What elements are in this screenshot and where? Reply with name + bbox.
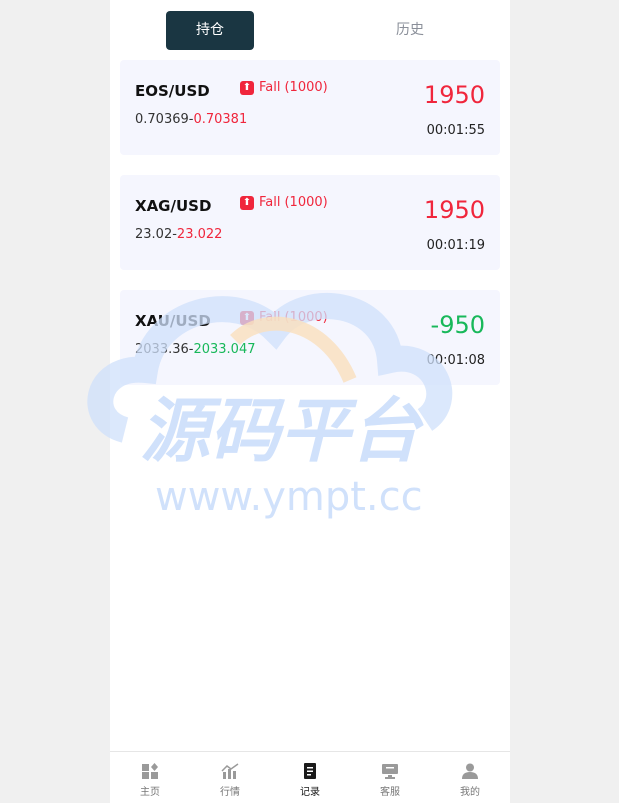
open-price: 2033.36 (135, 342, 189, 357)
nav-label: 记录 (300, 787, 320, 798)
price-range: 23.02-23.022 (135, 227, 223, 242)
profit: -950 (430, 311, 485, 339)
tab-history[interactable]: 历史 (366, 11, 454, 50)
current-price: 2033.047 (193, 342, 256, 357)
position-card[interactable]: XAU/USD ⬆ Fall (1000) 2033.36-2033.047 -… (120, 290, 500, 385)
nav-label: 客服 (380, 787, 400, 798)
direction-badge: ⬆ Fall (1000) (240, 195, 328, 210)
current-price: 0.70381 (193, 112, 248, 127)
direction-label: Fall (259, 310, 281, 325)
tab-bar: 持仓 历史 (110, 0, 510, 56)
price-range: 2033.36-2033.047 (135, 342, 256, 357)
nav-profile[interactable]: 我的 (430, 752, 510, 803)
bottom-nav: 主页 行情 记录 客服 我的 (110, 751, 510, 803)
profit: 1950 (423, 81, 485, 109)
current-price: 23.022 (176, 227, 223, 242)
direction-label: Fall (259, 195, 281, 210)
nav-label: 我的 (460, 787, 480, 798)
service-icon (382, 764, 398, 779)
countdown-timer: 00:01:08 (426, 353, 485, 368)
arrow-up-icon: ⬆ (240, 195, 254, 210)
symbol: XAU/USD (135, 312, 211, 330)
nav-label: 行情 (220, 787, 240, 798)
open-price: 23.02 (135, 227, 173, 242)
position-card[interactable]: XAG/USD ⬆ Fall (1000) 23.02-23.022 1950 … (120, 175, 500, 270)
user-icon (462, 763, 478, 779)
position-card[interactable]: EOS/USD ⬆ Fall (1000) 0.70369-0.70381 19… (120, 60, 500, 155)
nav-home[interactable]: 主页 (110, 752, 190, 803)
home-icon (142, 763, 158, 779)
amount: (1000) (284, 80, 328, 95)
nav-records[interactable]: 记录 (270, 752, 350, 803)
nav-service[interactable]: 客服 (350, 752, 430, 803)
amount: (1000) (284, 310, 328, 325)
arrow-up-icon: ⬆ (240, 310, 254, 325)
arrow-up-icon: ⬆ (240, 80, 254, 95)
direction-label: Fall (259, 80, 281, 95)
nav-label: 主页 (140, 787, 160, 798)
amount: (1000) (284, 195, 328, 210)
profit: 1950 (423, 196, 485, 224)
tab-positions[interactable]: 持仓 (166, 11, 254, 50)
countdown-timer: 00:01:19 (426, 238, 485, 253)
symbol: XAG/USD (135, 197, 212, 215)
record-icon (304, 763, 316, 779)
nav-market[interactable]: 行情 (190, 752, 270, 803)
symbol: EOS/USD (135, 82, 210, 100)
chart-icon (221, 763, 239, 779)
countdown-timer: 00:01:55 (426, 123, 485, 138)
direction-badge: ⬆ Fall (1000) (240, 80, 328, 95)
direction-badge: ⬆ Fall (1000) (240, 310, 328, 325)
app-screen: 持仓 历史 EOS/USD ⬆ Fall (1000) 0.70369-0.70… (110, 0, 510, 803)
open-price: 0.70369 (135, 112, 189, 127)
price-range: 0.70369-0.70381 (135, 112, 248, 127)
